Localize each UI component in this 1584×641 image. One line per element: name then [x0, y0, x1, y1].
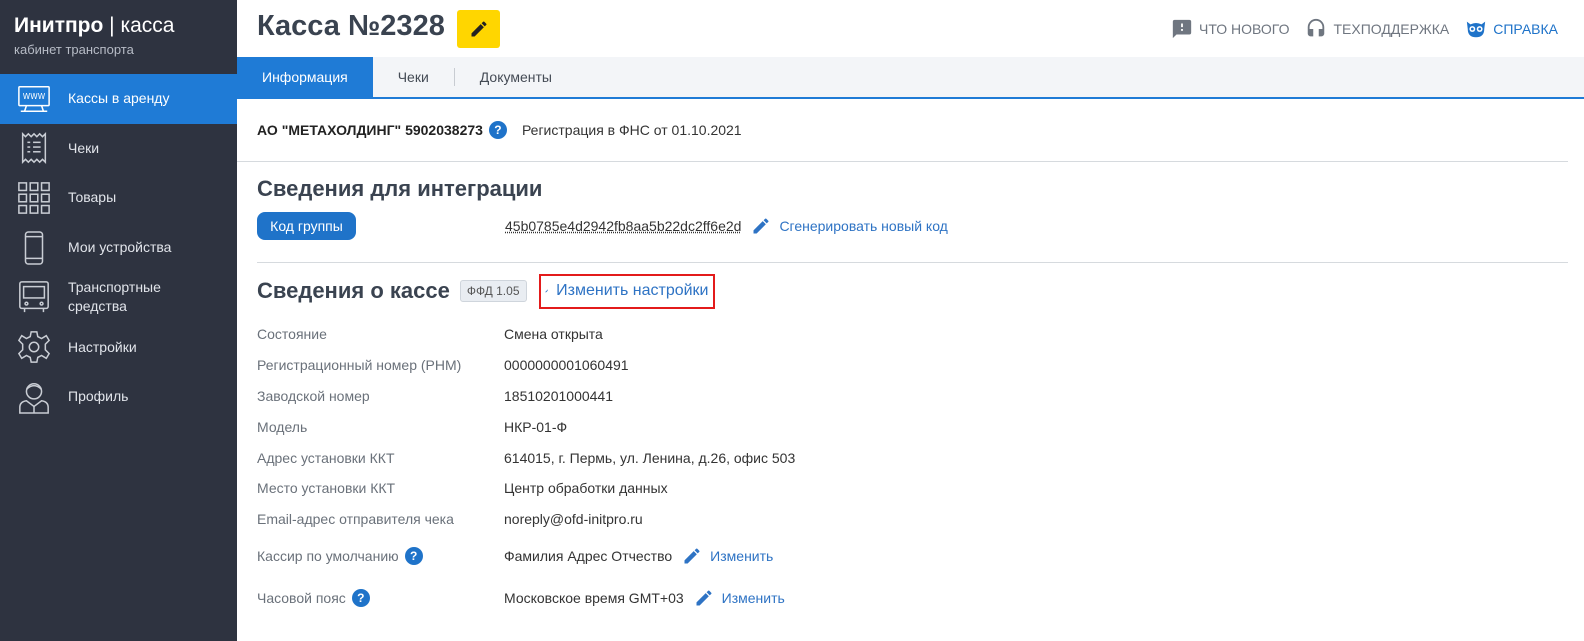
- tab-receipts[interactable]: Чеки: [373, 57, 454, 97]
- page-title: Касса №2328: [257, 10, 445, 42]
- pencil-icon: [684, 548, 700, 564]
- main-content: АО "МЕТАХОЛДИНГ" 5902038273 ? Регистраци…: [237, 99, 1568, 619]
- info-label: Место установки ККТ: [257, 480, 396, 497]
- bus-icon: [16, 279, 52, 315]
- whats-new-link[interactable]: ЧТО НОВОГО: [1171, 18, 1289, 40]
- timezone-row: Часовой пояс ? Московское время GMT+03 И…: [257, 577, 1568, 619]
- info-row: Модель НКР-01-Ф: [257, 411, 1568, 442]
- info-label: Модель: [257, 418, 308, 435]
- info-label: Кассир по умолчанию ?: [257, 546, 504, 565]
- info-label: Регистрационный номер (РНМ): [257, 357, 462, 374]
- sidebar: Инитпро | касса кабинет транспорта WWW К…: [0, 0, 237, 641]
- info-row: Заводской номер 18510201000441: [257, 381, 1568, 412]
- top-links: ЧТО НОВОГО ТЕХПОДДЕРЖКА СПРАВКА: [1171, 18, 1558, 40]
- info-row: Email-адрес отправителя чека noreply@ofd…: [257, 504, 1568, 535]
- cash-register-icon: WWW: [16, 81, 52, 117]
- gear-icon: [16, 329, 52, 365]
- edit-title-button[interactable]: [457, 10, 500, 48]
- help-link[interactable]: СПРАВКА: [1465, 18, 1558, 40]
- headset-icon: [1308, 18, 1325, 37]
- info-value: Фамилия Адрес Отчество Изменить: [504, 546, 774, 566]
- info-value: 0000000001060491: [504, 357, 629, 374]
- support-link[interactable]: ТЕХПОДДЕРЖКА: [1305, 18, 1449, 40]
- sidebar-item-label: Транспортные средства: [68, 279, 161, 315]
- info-label: Email-адрес отправителя чека: [257, 511, 454, 528]
- grid-icon: [16, 180, 52, 216]
- sidebar-item-label: Кассы в аренду: [68, 90, 170, 107]
- pencil-icon: [696, 590, 712, 606]
- sidebar-item-rental-cash-registers[interactable]: WWW Кассы в аренду: [0, 74, 237, 124]
- edit-cashier-link[interactable]: Изменить: [682, 546, 773, 566]
- ffd-badge: ФФД 1.05: [459, 280, 527, 302]
- brand-subtitle: кабинет транспорта: [14, 42, 134, 57]
- info-label: Адрес установки ККТ: [257, 449, 395, 466]
- group-code-value[interactable]: 45b0785e4d2942fb8aa5b22dc2ff6e2d: [505, 218, 741, 234]
- integration-title: Сведения для интеграции: [257, 176, 543, 201]
- kassa-section: Сведения о кассе ФФД 1.05 Изменить настр…: [257, 263, 1568, 619]
- integration-section: Сведения для интеграции Код группы 45b07…: [257, 162, 1568, 262]
- kassa-info-table: Состояние Смена открыта Регистрационный …: [257, 319, 1568, 619]
- cashier-row: Кассир по умолчанию ? Фамилия Адрес Отче…: [257, 535, 1568, 577]
- sidebar-item-settings[interactable]: Настройки: [0, 322, 237, 372]
- info-value: Центр обработки данных: [504, 480, 668, 497]
- info-value: Московское время GMT+03 Изменить: [504, 588, 785, 608]
- pencil-icon: [544, 289, 548, 293]
- sidebar-item-label: Мои устройства: [68, 239, 172, 256]
- sidebar-item-label: Товары: [68, 189, 117, 206]
- info-value: 18510201000441: [504, 387, 614, 404]
- info-row: Состояние Смена открыта: [257, 319, 1568, 350]
- info-row: Адрес установки ККТ 614015, г. Пермь, ул…: [257, 442, 1568, 473]
- generate-code-link[interactable]: Сгенерировать новый код: [751, 216, 948, 236]
- registration-date: Регистрация в ФНС от 01.10.2021: [521, 122, 742, 138]
- user-icon: [16, 379, 52, 415]
- help-icon[interactable]: ?: [404, 546, 423, 565]
- brand-logo: Инитпро | касса: [14, 14, 175, 37]
- info-row: Регистрационный номер (РНМ) 000000000106…: [257, 350, 1568, 381]
- page-header: Касса №2328 ЧТО НОВОГО ТЕХПОДДЕРЖКА СПРА…: [237, 0, 1584, 57]
- org-name: АО "МЕТАХОЛДИНГ" 5902038273: [257, 122, 483, 138]
- sidebar-item-label: Профиль: [68, 388, 129, 405]
- tab-documents[interactable]: Документы: [455, 57, 577, 97]
- chat-alert-icon: [1172, 19, 1192, 39]
- info-label: Состояние: [257, 326, 327, 343]
- kassa-title: Сведения о кассе: [257, 278, 450, 303]
- sidebar-item-profile[interactable]: Профиль: [0, 372, 237, 422]
- group-code-row: Код группы 45b0785e4d2942fb8aa5b22dc2ff6…: [257, 212, 1568, 240]
- owl-icon: [1467, 21, 1486, 38]
- tabs: Информация Чеки Документы: [237, 57, 1584, 99]
- info-value: noreply@ofd-initpro.ru: [504, 511, 643, 528]
- info-value: НКР-01-Ф: [504, 418, 568, 435]
- phone-icon: [16, 230, 52, 266]
- receipt-icon: [16, 130, 52, 166]
- help-icon[interactable]: ?: [351, 588, 370, 607]
- org-row: АО "МЕТАХОЛДИНГ" 5902038273 ? Регистраци…: [257, 99, 1568, 161]
- svg-text:WWW: WWW: [23, 92, 46, 101]
- info-label: Часовой пояс ?: [257, 588, 504, 607]
- info-value: Смена открыта: [504, 326, 603, 343]
- info-row: Место установки ККТ Центр обработки данн…: [257, 473, 1568, 504]
- sidebar-item-goods[interactable]: Товары: [0, 173, 237, 223]
- sidebar-item-label: Чеки: [68, 139, 100, 156]
- change-settings-link[interactable]: Изменить настройки: [538, 273, 715, 309]
- sidebar-item-my-devices[interactable]: Мои устройства: [0, 223, 237, 273]
- group-code-label: Код группы: [257, 212, 356, 240]
- pencil-icon: [471, 21, 487, 37]
- sidebar-item-receipts[interactable]: Чеки: [0, 124, 237, 174]
- help-icon[interactable]: ?: [488, 121, 507, 139]
- info-value: 614015, г. Пермь, ул. Ленина, д.26, офис…: [504, 449, 796, 466]
- sidebar-item-label: Настройки: [68, 338, 137, 355]
- tab-info[interactable]: Информация: [237, 57, 373, 97]
- pencil-icon: [753, 218, 769, 234]
- edit-timezone-link[interactable]: Изменить: [694, 588, 785, 608]
- brand[interactable]: Инитпро | касса кабинет транспорта: [0, 0, 237, 74]
- sidebar-item-vehicles[interactable]: Транспортные средства: [0, 272, 237, 322]
- info-label: Заводской номер: [257, 387, 370, 404]
- kassa-head: Сведения о кассе ФФД 1.05 Изменить настр…: [257, 273, 1568, 309]
